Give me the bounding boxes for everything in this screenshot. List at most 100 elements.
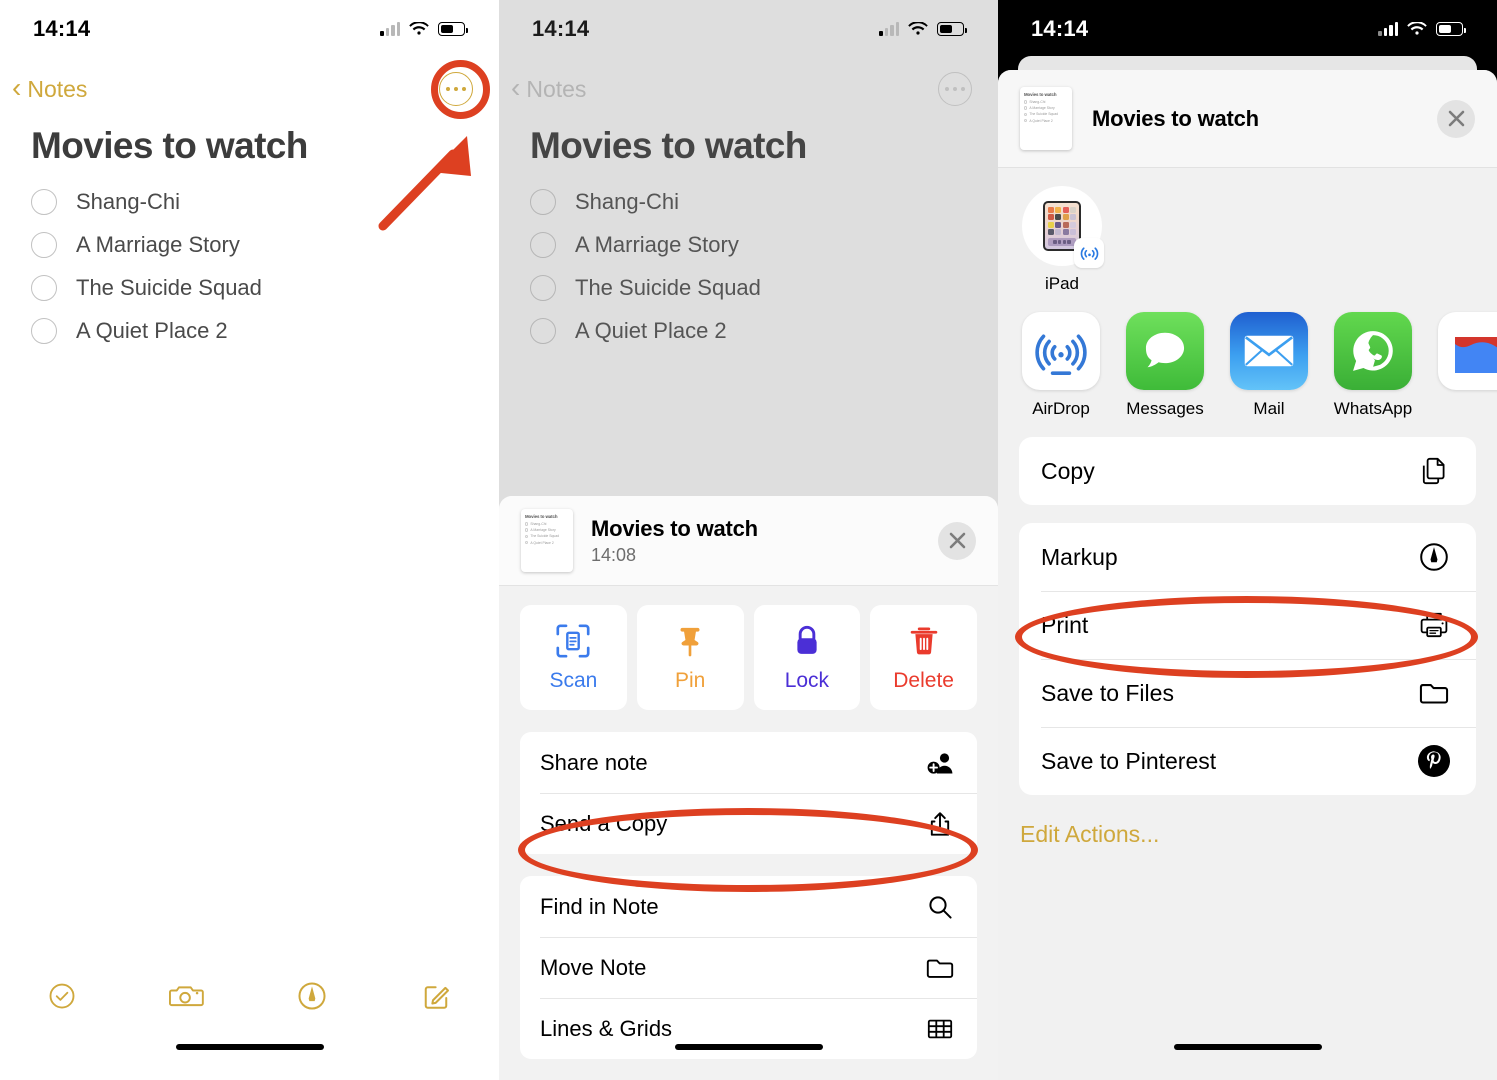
battery-icon: [438, 22, 468, 36]
thumbnail-title: Movies to watch: [525, 514, 558, 519]
note-thumbnail: Movies to watch Shang-Chi A Marriage Sto…: [521, 509, 573, 572]
camera-button[interactable]: [125, 981, 250, 1011]
share-target-whatsapp[interactable]: WhatsApp: [1334, 312, 1412, 419]
wifi-icon: [908, 22, 928, 36]
save-to-pinterest-row[interactable]: Save to Pinterest: [1019, 727, 1476, 795]
list-item[interactable]: A Marriage Story: [31, 223, 479, 266]
edit-actions-button[interactable]: Edit Actions...: [1020, 821, 1497, 848]
checkbox-icon[interactable]: [31, 317, 57, 344]
find-in-note-row[interactable]: Find in Note: [520, 876, 977, 937]
checkbox-icon[interactable]: [530, 317, 556, 344]
wifi-icon: [409, 22, 429, 36]
checkbox-icon[interactable]: [31, 231, 57, 258]
printer-icon: [1417, 611, 1451, 639]
airdrop-device-ipad[interactable]: iPad: [1020, 186, 1104, 294]
pinterest-icon: [1417, 744, 1451, 778]
list-item[interactable]: Shang-Chi: [530, 180, 978, 223]
list-item-label: Shang-Chi: [76, 188, 180, 214]
share-note-row[interactable]: Share note: [520, 732, 977, 793]
share-target-messages[interactable]: Messages: [1126, 312, 1204, 419]
checklist-button[interactable]: [0, 981, 125, 1011]
copy-label: Copy: [1041, 457, 1095, 484]
status-indicators: [380, 22, 468, 36]
print-label: Print: [1041, 611, 1089, 638]
close-icon: [949, 532, 965, 549]
messages-app-icon: [1126, 312, 1204, 390]
lock-button[interactable]: Lock: [753, 605, 861, 710]
share-target-airdrop[interactable]: AirDrop: [1022, 312, 1100, 419]
lock-label: Lock: [784, 669, 830, 692]
cellular-signal-icon: [1378, 22, 1398, 36]
note-title: Movies to watch: [31, 125, 308, 166]
sheet-timestamp: 14:08: [591, 544, 637, 565]
wifi-icon: [1407, 22, 1427, 36]
more-options-button[interactable]: [439, 72, 473, 106]
sheet-title: Movies to watch: [591, 515, 758, 541]
action-group-copy: Copy: [1019, 437, 1476, 505]
markup-pen-button[interactable]: [250, 980, 375, 1012]
chevron-left-icon: ‹: [12, 71, 22, 103]
thumbnail-line: A Marriage Story: [1029, 106, 1055, 111]
quick-actions-row: Scan Pin Lock Delete: [499, 586, 998, 710]
home-indicator: [1173, 1044, 1322, 1050]
save-to-files-row[interactable]: Save to Files: [1019, 659, 1476, 727]
folder-icon: [1417, 680, 1451, 706]
thumbnail-line: The Suicide Squad: [530, 534, 560, 539]
app-label: Messages: [1126, 399, 1204, 418]
list-item[interactable]: The Suicide Squad: [530, 266, 978, 309]
action-group-main: Markup Print Save to Files Save to Pinte…: [1019, 523, 1476, 795]
checkbox-icon[interactable]: [530, 188, 556, 215]
battery-icon: [1436, 22, 1466, 36]
more-options-button[interactable]: [938, 72, 972, 106]
device-avatar: [1022, 186, 1104, 268]
print-row[interactable]: Print: [1019, 591, 1476, 659]
list-item-label: A Quiet Place 2: [575, 317, 727, 343]
home-indicator: [674, 1044, 823, 1050]
back-to-notes-button[interactable]: ‹ Notes: [12, 71, 87, 103]
checkbox-icon[interactable]: [31, 274, 57, 301]
list-item-label: Shang-Chi: [575, 188, 679, 214]
pin-button[interactable]: Pin: [636, 605, 744, 710]
compose-button[interactable]: [374, 981, 499, 1011]
send-a-copy-row[interactable]: Send a Copy: [520, 793, 977, 854]
back-to-notes-button[interactable]: ‹ Notes: [511, 73, 587, 103]
thumbnail-line: A Quiet Place 2: [1029, 118, 1053, 123]
airdrop-badge: [1074, 238, 1104, 268]
search-icon: [925, 894, 955, 920]
delete-button[interactable]: Delete: [870, 605, 977, 710]
move-note-row[interactable]: Move Note: [520, 937, 977, 998]
list-item[interactable]: Shang-Chi: [31, 180, 479, 223]
list-item[interactable]: A Quiet Place 2: [530, 309, 978, 352]
device-name: iPad: [1044, 274, 1080, 293]
back-label: Notes: [526, 75, 587, 102]
close-icon: [1448, 110, 1464, 127]
list-item-label: A Marriage Story: [575, 231, 739, 257]
copy-row[interactable]: Copy: [1019, 437, 1476, 505]
share-target-drive[interactable]: [1438, 312, 1497, 399]
note-title: Movies to watch: [530, 125, 807, 166]
checkbox-icon[interactable]: [31, 188, 57, 215]
list-item-label: The Suicide Squad: [575, 274, 761, 300]
list-item[interactable]: A Marriage Story: [530, 223, 978, 266]
share-target-mail[interactable]: Mail: [1230, 312, 1308, 419]
status-time: 14:14: [1031, 16, 1089, 41]
thumbnail-line: A Marriage Story: [530, 528, 556, 533]
checkbox-icon[interactable]: [530, 274, 556, 301]
app-label: WhatsApp: [1333, 399, 1413, 418]
scan-label: Scan: [549, 669, 598, 692]
battery-icon: [937, 22, 967, 36]
pin-icon: [680, 627, 700, 657]
checkbox-icon[interactable]: [530, 231, 556, 258]
scan-document-icon: [556, 624, 590, 658]
list-item-label: The Suicide Squad: [76, 274, 262, 300]
close-button[interactable]: [1437, 99, 1475, 138]
close-button[interactable]: [938, 521, 976, 560]
scan-button[interactable]: Scan: [520, 605, 627, 710]
nav-bar: ‹ Notes: [499, 66, 998, 112]
markup-row[interactable]: Markup: [1019, 523, 1476, 591]
status-indicators: [1378, 22, 1466, 36]
pin-label: Pin: [674, 669, 706, 692]
trash-icon: [910, 627, 937, 655]
list-item[interactable]: The Suicide Squad: [31, 266, 479, 309]
list-item[interactable]: A Quiet Place 2: [31, 309, 479, 352]
